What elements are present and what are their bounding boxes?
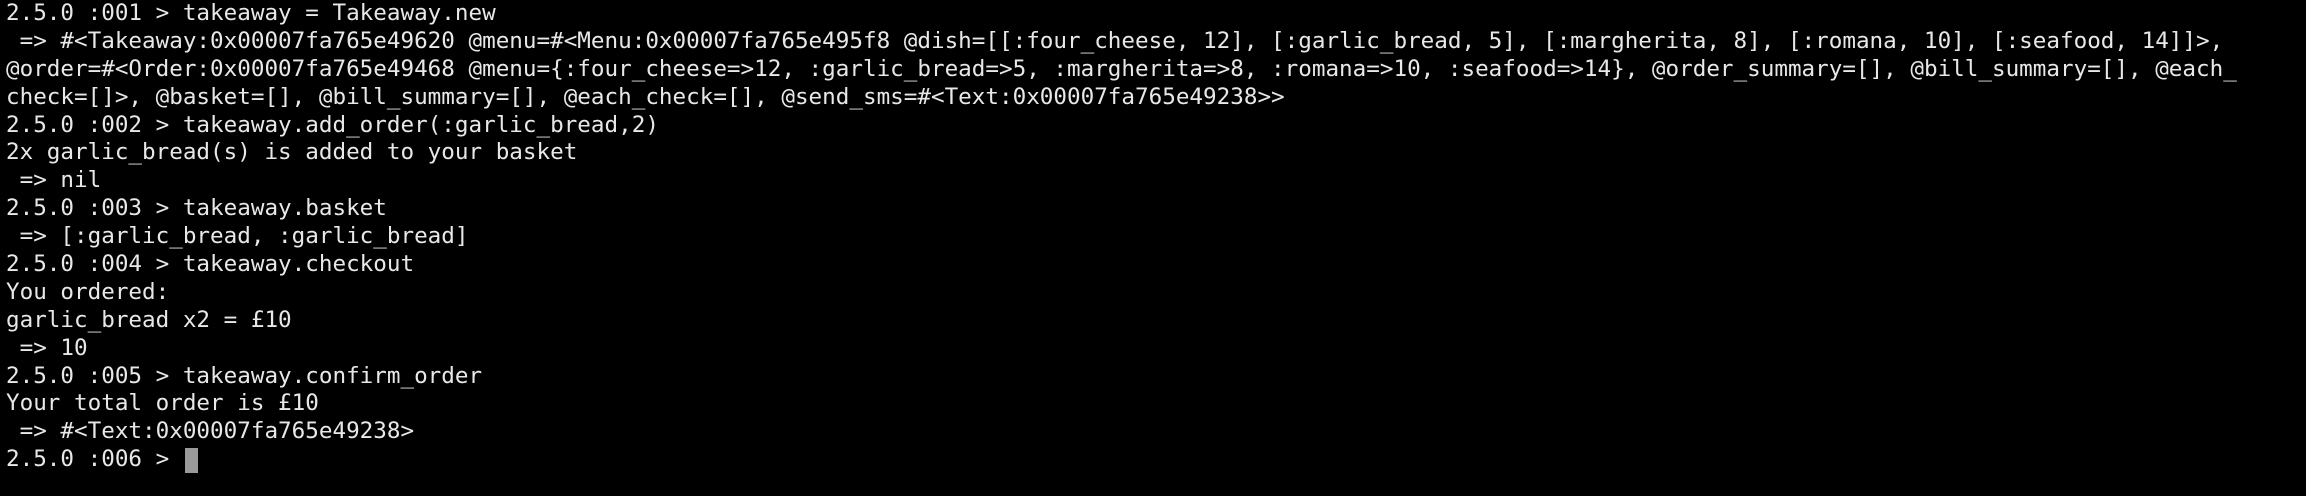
terminal-line: => [:garlic_bread, :garlic_bread]: [6, 223, 469, 250]
terminal-window[interactable]: 2.5.0 :001 > takeaway = Takeaway.new => …: [0, 0, 2306, 496]
terminal-line: 2.5.0 :002 > takeaway.add_order(:garlic_…: [6, 111, 659, 138]
terminal-line: garlic_bread x2 = £10: [6, 306, 292, 333]
terminal-line: => 10: [6, 334, 88, 361]
terminal-line: 2x garlic_bread(s) is added to your bask…: [6, 139, 578, 166]
terminal-line: 2.5.0 :003 > takeaway.basket: [6, 195, 387, 222]
terminal-line: @order=#<Order:0x00007fa765e49468 @menu=…: [6, 55, 2237, 82]
terminal-line: => #<Text:0x00007fa765e49238>: [6, 418, 415, 445]
terminal-line: 2.5.0 :004 > takeaway.checkout: [6, 251, 415, 278]
terminal-line: 2.5.0 :005 > takeaway.confirm_order: [6, 362, 483, 389]
terminal-line: check=[]>, @basket=[], @bill_summary=[],…: [6, 83, 1285, 110]
text-cursor[interactable]: [184, 447, 198, 473]
prompt-label: 2.5.0 :006 >: [6, 446, 183, 473]
command-input-line[interactable]: 2.5.0 :006 >: [6, 446, 2306, 474]
terminal-line: => nil: [6, 167, 102, 194]
terminal-line: => #<Takeaway:0x00007fa765e49620 @menu=#…: [6, 27, 2224, 54]
terminal-line: You ordered:: [6, 278, 170, 305]
terminal-line: Your total order is £10: [6, 390, 319, 417]
terminal-line: 2.5.0 :001 > takeaway = Takeaway.new: [6, 0, 496, 26]
